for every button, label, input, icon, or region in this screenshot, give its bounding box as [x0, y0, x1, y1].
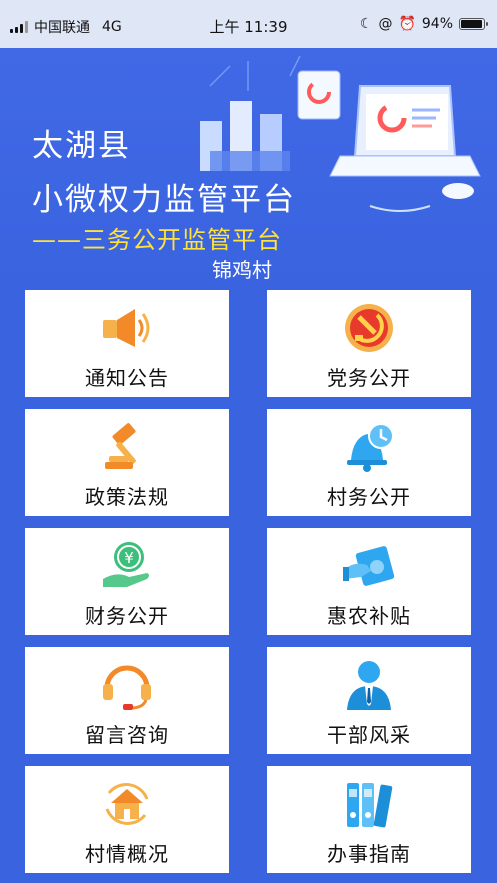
county-title: 太湖县	[32, 128, 131, 164]
party-emblem-icon	[339, 300, 399, 356]
tile-label: 惠农补贴	[327, 604, 411, 628]
megaphone-icon	[97, 300, 157, 356]
battery-label: 94%	[421, 16, 453, 32]
hero-banner: 太湖县 小微权力监管平台 ——三务公开监管平台 锦鸡村	[0, 48, 497, 286]
tile-label: 村务公开	[327, 485, 411, 509]
coin-hand-icon: ¥	[97, 538, 157, 594]
tile-policy[interactable]: 政策法规	[25, 409, 229, 516]
orientation-lock-icon: @	[378, 16, 393, 32]
gavel-icon	[97, 419, 157, 475]
status-bar: 中国联通 4G 上午 11:39 ☾ @ ⏰ 94%	[0, 0, 497, 48]
tile-finance[interactable]: ¥ 财务公开	[25, 528, 229, 635]
platform-subtitle: ——三务公开监管平台	[32, 226, 282, 254]
tile-village-affairs[interactable]: 村务公开	[267, 409, 471, 516]
home-refresh-icon	[97, 776, 157, 832]
headset-icon	[97, 657, 157, 713]
battery-fill	[461, 20, 482, 28]
moon-icon: ☾	[359, 16, 373, 32]
tile-label: 办事指南	[327, 842, 411, 866]
menu-grid: 通知公告 党务公开 政策法规 村务公开 ¥ 财务公开 惠农补贴 留言咨询 干部风…	[25, 290, 472, 873]
binders-icon	[339, 776, 399, 832]
tile-notice[interactable]: 通知公告	[25, 290, 229, 397]
official-person-icon	[339, 657, 399, 713]
tile-farm-subsidy[interactable]: 惠农补贴	[267, 528, 471, 635]
tile-label: 财务公开	[85, 604, 169, 628]
bell-clock-icon	[339, 419, 399, 475]
tile-consultation[interactable]: 留言咨询	[25, 647, 229, 754]
status-right: ☾ @ ⏰ 94%	[359, 16, 488, 32]
tile-label: 党务公开	[327, 366, 411, 390]
tile-label: 政策法规	[85, 485, 169, 509]
tile-village-overview[interactable]: 村情概况	[25, 766, 229, 873]
subsidy-card-icon	[339, 538, 399, 594]
battery-icon	[459, 18, 488, 30]
svg-text:¥: ¥	[124, 549, 134, 567]
alarm-icon: ⏰	[398, 16, 416, 32]
tile-cadres[interactable]: 干部风采	[267, 647, 471, 754]
tile-party-affairs[interactable]: 党务公开	[267, 290, 471, 397]
village-name: 锦鸡村	[212, 258, 272, 282]
tile-service-guide[interactable]: 办事指南	[267, 766, 471, 873]
tile-label: 村情概况	[85, 842, 169, 866]
tile-label: 留言咨询	[85, 723, 169, 747]
platform-title: 小微权力监管平台	[32, 182, 296, 218]
tile-label: 干部风采	[327, 723, 411, 747]
tile-label: 通知公告	[85, 366, 169, 390]
